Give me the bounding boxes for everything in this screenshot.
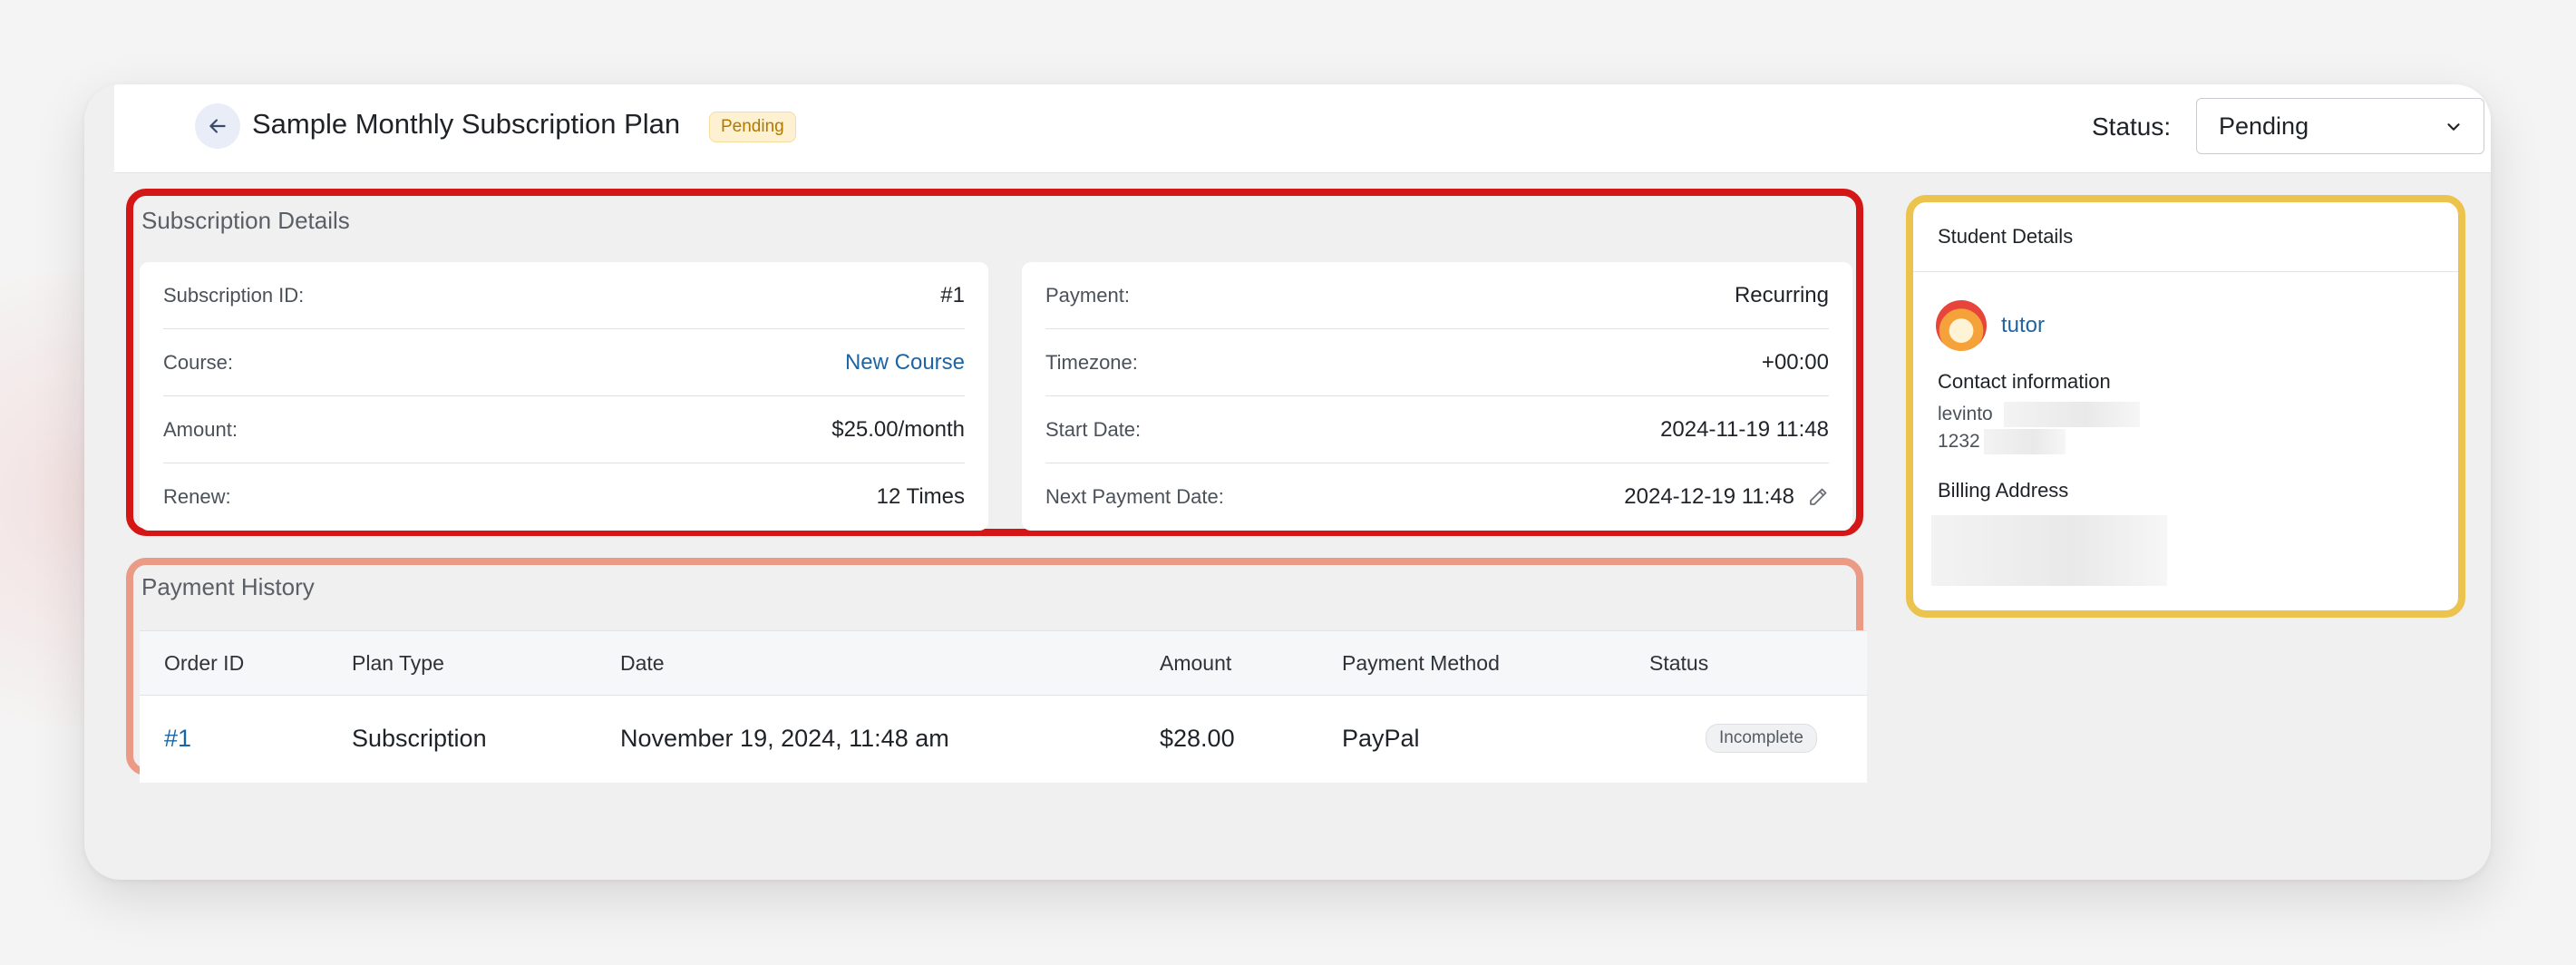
column-header-order-id: Order ID bbox=[164, 651, 245, 675]
detail-label: Timezone: bbox=[1045, 350, 1138, 374]
student-details-panel: Student Details tutor Contact informatio… bbox=[1906, 195, 2465, 618]
pencil-icon[interactable] bbox=[1807, 486, 1829, 508]
student-email: levinto bbox=[1938, 404, 1993, 424]
student-name-link[interactable]: tutor bbox=[2001, 313, 2045, 338]
detail-value: #1 bbox=[940, 282, 965, 307]
detail-value: $25.00/month bbox=[831, 416, 965, 442]
column-header-payment-method: Payment Method bbox=[1342, 651, 1500, 675]
plan-type-cell: Subscription bbox=[352, 725, 487, 752]
column-header-amount: Amount bbox=[1160, 651, 1232, 675]
detail-label: Start Date: bbox=[1045, 417, 1142, 441]
redacted-email-blur bbox=[2004, 402, 2140, 427]
order-id-link[interactable]: #1 bbox=[164, 725, 191, 753]
next-payment-value: 2024-12-19 11:48 bbox=[1624, 484, 1829, 510]
column-header-status: Status bbox=[1649, 651, 1709, 675]
detail-value: 2024-11-19 11:48 bbox=[1660, 416, 1829, 442]
detail-value: Recurring bbox=[1734, 282, 1829, 307]
detail-row-start-date: Start Date: 2024-11-19 11:48 bbox=[1045, 396, 1829, 463]
detail-label: Renew: bbox=[163, 485, 231, 508]
detail-value: 12 Times bbox=[876, 484, 965, 509]
detail-row-next-payment-date: Next Payment Date: 2024-12-19 11:48 bbox=[1045, 463, 1829, 531]
detail-value: +00:00 bbox=[1761, 349, 1829, 375]
payment-history-table: Order ID Plan Type Date Amount Payment M… bbox=[140, 630, 1867, 783]
status-badge: Incomplete bbox=[1706, 724, 1817, 753]
course-link[interactable]: New Course bbox=[845, 350, 965, 375]
redacted-phone-blur bbox=[1984, 429, 2066, 454]
pending-badge: Pending bbox=[709, 112, 796, 142]
redacted-billing-address bbox=[1931, 515, 2167, 586]
top-bar: Sample Monthly Subscription Plan Pending… bbox=[114, 84, 2491, 173]
subscription-details-title: Subscription Details bbox=[141, 207, 350, 234]
date-cell: November 19, 2024, 11:48 am bbox=[620, 725, 949, 752]
subscription-card-right: Payment: Recurring Timezone: +00:00 Star… bbox=[1022, 262, 1852, 531]
detail-row-renew: Renew: 12 Times bbox=[163, 463, 965, 531]
detail-label: Amount: bbox=[163, 417, 238, 441]
detail-value: 2024-12-19 11:48 bbox=[1624, 484, 1794, 509]
payment-history-title: Payment History bbox=[141, 573, 315, 600]
column-header-date: Date bbox=[620, 651, 665, 675]
table-header: Order ID Plan Type Date Amount Payment M… bbox=[140, 630, 1867, 696]
avatar bbox=[1936, 300, 1987, 351]
main-window: Sample Monthly Subscription Plan Pending… bbox=[84, 84, 2491, 880]
detail-label: Subscription ID: bbox=[163, 283, 305, 307]
detail-row-course: Course: New Course bbox=[163, 329, 965, 396]
billing-address-label: Billing Address bbox=[1938, 479, 2069, 502]
detail-row-timezone: Timezone: +00:00 bbox=[1045, 329, 1829, 396]
chevron-down-icon bbox=[2447, 123, 2460, 131]
detail-label: Next Payment Date: bbox=[1045, 485, 1224, 508]
student-details-header: Student Details bbox=[1913, 202, 2458, 272]
detail-row-payment: Payment: Recurring bbox=[1045, 262, 1829, 329]
payment-method-cell: PayPal bbox=[1342, 725, 1420, 752]
detail-row-amount: Amount: $25.00/month bbox=[163, 396, 965, 463]
contact-information-label: Contact information bbox=[1938, 370, 2111, 393]
detail-label: Course: bbox=[163, 350, 234, 374]
student-phone: 1232 bbox=[1938, 431, 1980, 452]
column-header-plan-type: Plan Type bbox=[352, 651, 444, 675]
page-title: Sample Monthly Subscription Plan bbox=[252, 108, 681, 140]
amount-cell: $28.00 bbox=[1160, 725, 1235, 752]
status-label: Status: bbox=[2092, 112, 2172, 141]
status-dropdown-value: Pending bbox=[2219, 112, 2309, 140]
detail-row-subscription-id: Subscription ID: #1 bbox=[163, 262, 965, 329]
subscription-card-left: Subscription ID: #1 Course: New Course A… bbox=[140, 262, 988, 531]
student-details-title: Student Details bbox=[1938, 225, 2074, 248]
arrow-left-icon bbox=[209, 119, 226, 133]
status-dropdown[interactable]: Pending bbox=[2196, 98, 2484, 154]
back-button[interactable] bbox=[195, 103, 240, 149]
detail-label: Payment: bbox=[1045, 283, 1130, 307]
